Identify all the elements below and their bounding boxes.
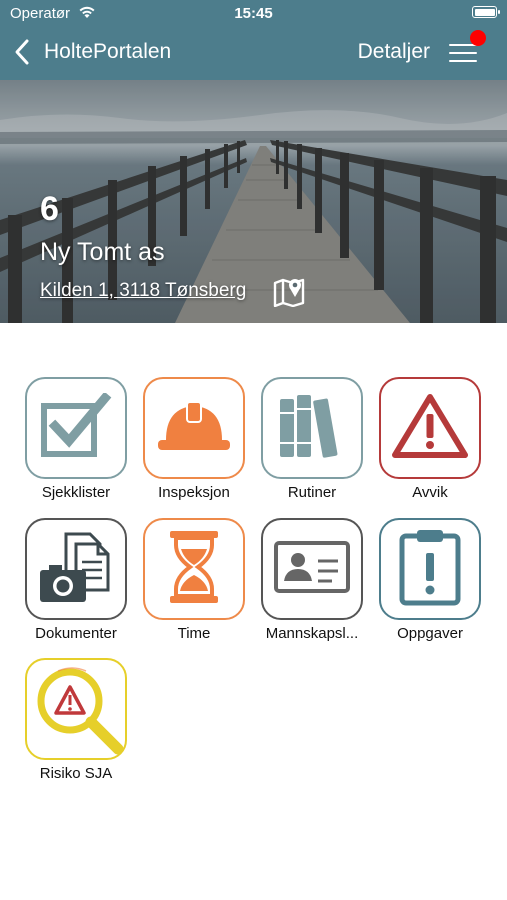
module-risiko-sja[interactable]: Risiko SJA xyxy=(13,658,143,808)
risk-magnifier-icon xyxy=(28,659,124,760)
hourglass-icon xyxy=(164,527,224,612)
module-tile-frame xyxy=(261,518,363,620)
nav-bar: Operatør 15:45 HoltePortalen Detaljer xyxy=(0,0,507,80)
hamburger-menu-icon[interactable] xyxy=(449,42,477,64)
module-dokumenter[interactable]: Dokumenter xyxy=(13,518,143,668)
module-label: Time xyxy=(177,625,211,642)
module-rutiner[interactable]: Rutiner xyxy=(249,377,379,527)
module-tile-frame xyxy=(143,518,245,620)
module-label: Dokumenter xyxy=(35,625,117,642)
module-label: Oppgaver xyxy=(397,625,463,642)
module-mannskapsliste[interactable]: Mannskapsl... xyxy=(249,518,379,668)
module-label: Risiko SJA xyxy=(39,765,113,782)
id-card-icon xyxy=(272,539,352,600)
module-time[interactable]: Time xyxy=(131,518,261,668)
module-tile-frame xyxy=(143,377,245,479)
module-tile-frame xyxy=(379,377,481,479)
binders-icon xyxy=(274,391,350,466)
details-button[interactable]: Detaljer xyxy=(358,40,430,64)
project-address-link[interactable]: Kilden 1, 3118 Tønsberg xyxy=(40,280,246,302)
chevron-left-icon[interactable] xyxy=(12,38,32,71)
clipboard-alert-icon xyxy=(397,527,463,612)
module-label: Mannskapsl... xyxy=(265,625,359,642)
project-name: Ny Tomt as xyxy=(40,238,165,266)
module-tile-frame xyxy=(261,377,363,479)
module-inspeksjon[interactable]: Inspeksjon xyxy=(131,377,261,527)
documents-camera-icon xyxy=(36,530,116,609)
status-time: 15:45 xyxy=(234,5,273,22)
module-tile-frame xyxy=(25,518,127,620)
battery-icon xyxy=(472,6,500,18)
module-sjekklister[interactable]: Sjekklister xyxy=(13,377,143,527)
module-tile-frame xyxy=(25,377,127,479)
module-label: Sjekklister xyxy=(41,484,111,501)
hard-hat-icon xyxy=(154,396,234,461)
module-label: Avvik xyxy=(412,484,448,501)
notification-dot xyxy=(470,30,486,46)
module-oppgaver[interactable]: Oppgaver xyxy=(367,518,497,668)
module-label: Rutiner xyxy=(287,484,337,501)
checkbox-icon xyxy=(37,391,115,464)
module-tile-frame xyxy=(379,518,481,620)
status-bar: Operatør 15:45 xyxy=(0,0,507,28)
module-avvik[interactable]: Avvik xyxy=(367,377,497,527)
module-label: Inspeksjon xyxy=(158,484,230,501)
project-banner: 6 Ny Tomt as Kilden 1, 3118 Tønsberg xyxy=(0,80,507,323)
project-number: 6 xyxy=(40,190,59,228)
app-title: HoltePortalen xyxy=(44,40,172,63)
module-tile-frame xyxy=(25,658,127,760)
warning-icon xyxy=(391,392,469,465)
